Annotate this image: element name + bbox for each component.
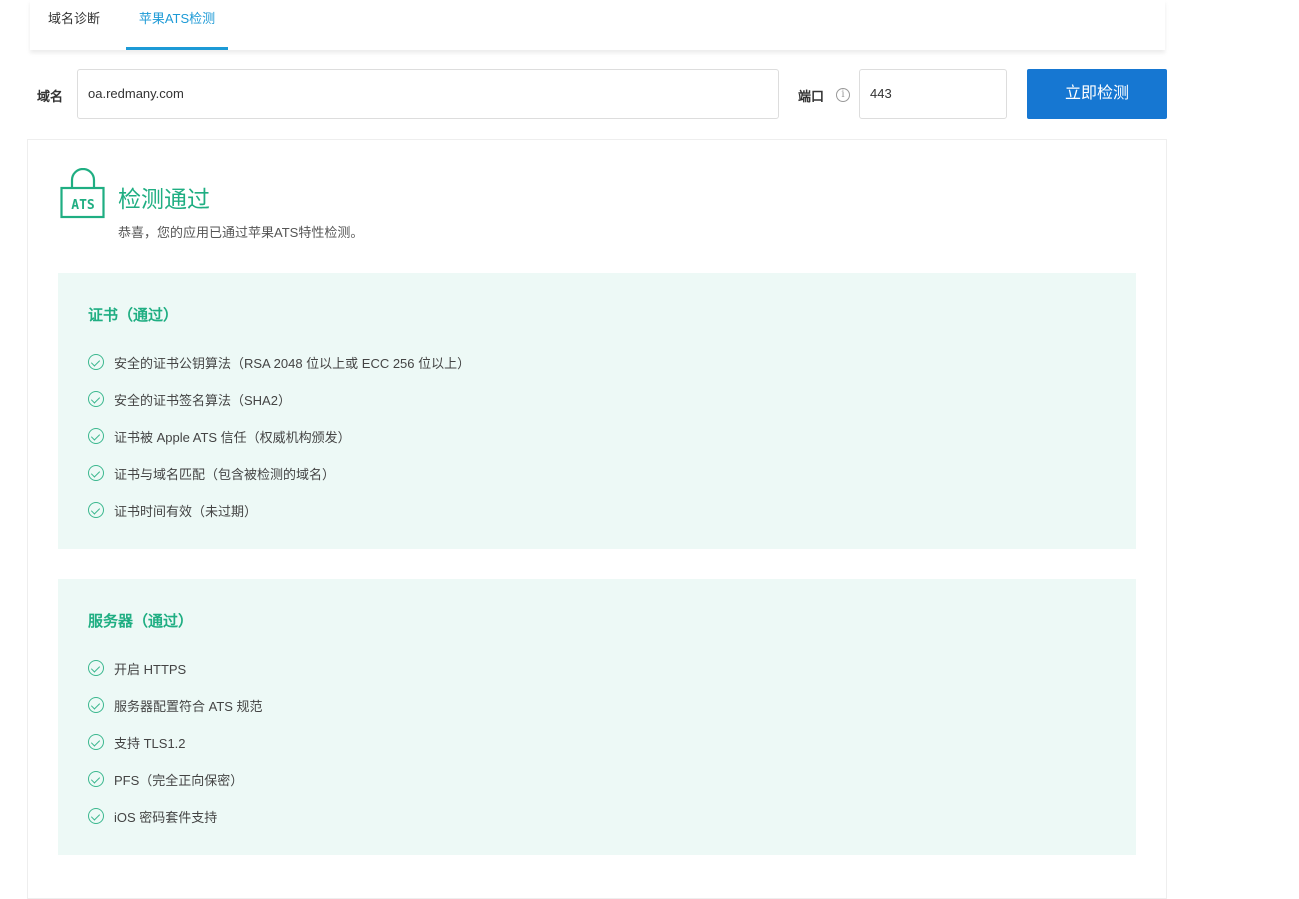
- item-text: 安全的证书签名算法（SHA2）: [114, 392, 291, 408]
- list-item: 服务器配置符合 ATS 规范: [88, 695, 263, 715]
- check-now-button[interactable]: 立即检测: [1027, 69, 1167, 119]
- info-icon[interactable]: i: [836, 88, 850, 102]
- item-text: PFS（完全正向保密）: [114, 772, 244, 788]
- server-section: 服务器（通过） 开启 HTTPS 服务器配置符合 ATS 规范 支持 TLS1.…: [58, 579, 1136, 855]
- list-item: 开启 HTTPS: [88, 658, 186, 678]
- port-label: 端口: [798, 89, 825, 104]
- list-item: 安全的证书签名算法（SHA2）: [88, 389, 291, 409]
- check-circle-icon: [88, 697, 104, 713]
- item-text: 证书被 Apple ATS 信任（权威机构颁发）: [114, 429, 351, 445]
- domain-label: 域名: [37, 89, 64, 104]
- section-header: 证书（通过）: [88, 307, 179, 324]
- list-item: 证书时间有效（未过期）: [88, 500, 257, 520]
- list-item: PFS（完全正向保密）: [88, 769, 243, 789]
- item-text: 服务器配置符合 ATS 规范: [114, 698, 263, 714]
- section-header: 服务器（通过）: [88, 613, 194, 630]
- item-text: 开启 HTTPS: [114, 661, 187, 677]
- tab-bar: 域名诊断 苹果ATS检测: [30, 0, 1165, 50]
- list-item: 支持 TLS1.2: [88, 732, 186, 752]
- ats-lock-icon: ATS: [60, 168, 105, 219]
- svg-text:ATS: ATS: [71, 198, 95, 213]
- domain-input[interactable]: oa.redmany.com: [77, 69, 779, 119]
- item-text: 证书时间有效（未过期）: [114, 503, 258, 519]
- list-item: 证书被 Apple ATS 信任（权威机构颁发）: [88, 426, 351, 446]
- list-item: 安全的证书公钥算法（RSA 2048 位以上或 ECC 256 位以上）: [88, 352, 470, 372]
- tab-apple-ats[interactable]: 苹果ATS检测: [126, 0, 228, 50]
- port-input[interactable]: 443: [859, 69, 1007, 119]
- list-item: iOS 密码套件支持: [88, 806, 217, 826]
- check-circle-icon: [88, 660, 104, 676]
- check-circle-icon: [88, 502, 104, 518]
- item-text: 安全的证书公钥算法（RSA 2048 位以上或 ECC 256 位以上）: [114, 355, 471, 371]
- check-circle-icon: [88, 354, 104, 370]
- check-circle-icon: [88, 734, 104, 750]
- item-text: 证书与域名匹配（包含被检测的域名）: [114, 466, 336, 482]
- certificate-section: 证书（通过） 安全的证书公钥算法（RSA 2048 位以上或 ECC 256 位…: [58, 273, 1136, 549]
- result-subtitle: 恭喜，您的应用已通过苹果ATS特性检测。: [118, 225, 364, 240]
- item-text: 支持 TLS1.2: [114, 735, 186, 751]
- check-circle-icon: [88, 465, 104, 481]
- item-text: iOS 密码套件支持: [114, 809, 218, 825]
- check-circle-icon: [88, 771, 104, 787]
- check-circle-icon: [88, 808, 104, 824]
- check-circle-icon: [88, 428, 104, 444]
- check-circle-icon: [88, 391, 104, 407]
- result-title: 检测通过: [118, 186, 210, 212]
- tab-domain-diagnosis[interactable]: 域名诊断: [48, 0, 100, 50]
- list-item: 证书与域名匹配（包含被检测的域名）: [88, 463, 335, 483]
